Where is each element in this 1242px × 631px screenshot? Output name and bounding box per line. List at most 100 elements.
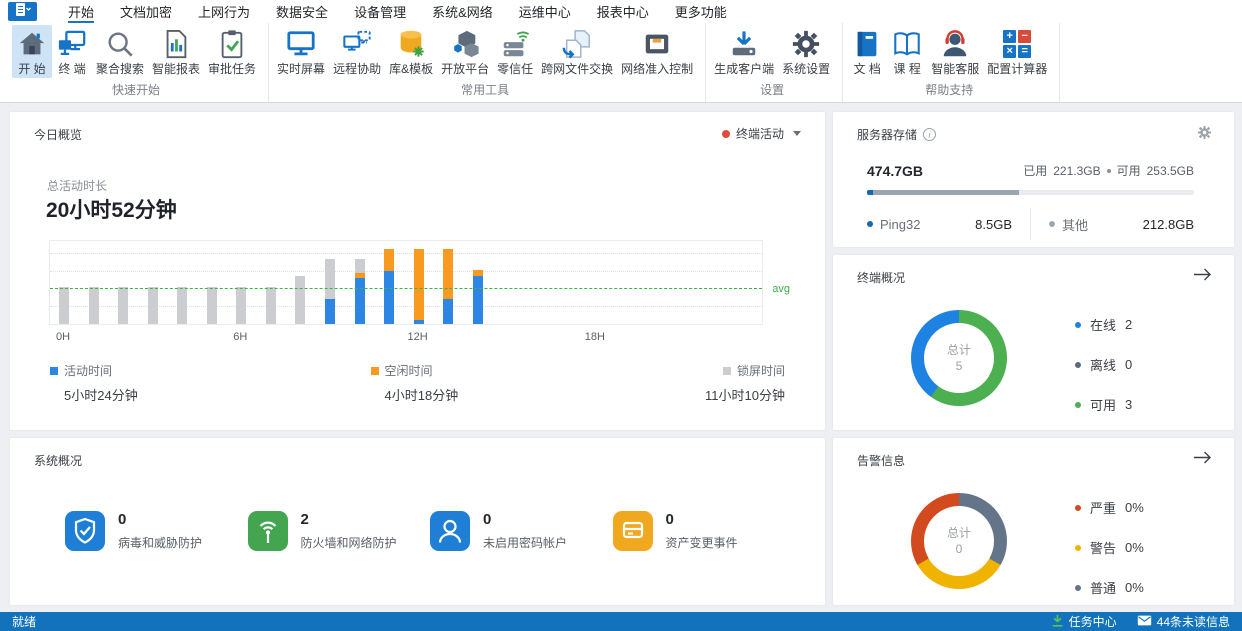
chart-bar-segment	[324, 259, 335, 300]
gridline-icon	[50, 253, 762, 255]
status-bar: 就绪 任务中心 44条未读信息	[0, 612, 1242, 631]
ribbon-button-label: 终 端	[58, 62, 86, 76]
terminals-icon	[57, 28, 87, 60]
storage-used-free: 已用 221.3GB 可用 253.5GB	[1023, 162, 1194, 179]
system-item-count: 0	[118, 511, 127, 528]
content-area: 今日概览 终端活动 总活动时长 20小时52分钟 avg 0H 6H 12H 18H …	[0, 103, 1242, 612]
legend-item-row: 锁屏时间	[691, 362, 785, 379]
app-menu-button[interactable]	[8, 2, 37, 21]
storage-legend-label: Ping32	[867, 217, 920, 232]
free-value: 253.5GB	[1146, 163, 1194, 178]
app-window: 开始 文档加密 上网行为 数据安全 设备管理 系统&网络 运维中心 报表中心 更多功能 开 始终…	[0, 0, 1242, 631]
ribbon: 开 始终 端聚合搜索 智能报表 审批任务 快速开始 实时屏幕 远程协助 库&模板 开放平台 零信…	[0, 23, 1242, 103]
menu-item-开始[interactable]: 开始	[68, 0, 95, 23]
filter-label: 终端活动	[735, 127, 784, 141]
menu-item-数据安全[interactable]: 数据安全	[276, 0, 328, 23]
menu-item-系统&网络[interactable]: 系统&网络	[432, 0, 493, 23]
legend-value: 0%	[1125, 580, 1144, 595]
menu-item-上网行为[interactable]: 上网行为	[198, 0, 250, 23]
legend-label: 锁屏时间	[736, 364, 785, 378]
ribbon-button-库&模板[interactable]: 库&模板	[385, 25, 437, 78]
chart-bar-segment	[177, 286, 188, 324]
ribbon-button-label: 开 始	[18, 62, 46, 76]
task-center-button[interactable]: 任务中心	[1051, 613, 1117, 630]
storage-settings-button[interactable]	[1197, 125, 1212, 145]
ribbon-button-实时屏幕[interactable]: 实时屏幕	[273, 25, 329, 78]
ribbon-button-开放平台[interactable]: 开放平台	[437, 25, 493, 78]
panel-server-storage: 服务器存储 474.7GB 已用 221.3GB 可用 253.5GB Ping…	[833, 112, 1234, 247]
report-icon	[161, 28, 191, 60]
menu-bar: 开始 文档加密 上网行为 数据安全 设备管理 系统&网络 运维中心 报表中心 更多功能	[0, 0, 1242, 23]
activity-chart-legend: 活动时间 5小时24分钟 空闲时间 4小时18分钟 锁屏时间 11小时10分钟	[50, 362, 785, 404]
alarm-donut-chart: 总计 0	[911, 493, 1007, 589]
legend-label: 普通	[1090, 581, 1117, 596]
legend-dot-icon	[1075, 504, 1081, 511]
ribbon-button-审批任务[interactable]: 审批任务	[204, 25, 260, 78]
ribbon-button-网络准入控制[interactable]: 网络准入控制	[617, 25, 697, 78]
chart-bar-segment	[354, 259, 365, 273]
menu-item-运维中心[interactable]: 运维中心	[519, 0, 571, 23]
legend-value: 0%	[1125, 540, 1144, 555]
ribbon-button-系统设置[interactable]: 系统设置	[778, 25, 834, 78]
system-item-label: 资产变更事件	[665, 536, 738, 550]
chart-bar-segment	[118, 286, 129, 324]
menu-item-更多功能[interactable]: 更多功能	[675, 0, 727, 23]
ribbon-group-帮助支持: 文 档课 程智能客服 + − × = 配置计算器 帮助支持	[843, 23, 1061, 102]
legend-swatch-icon	[50, 366, 58, 375]
ribbon-button-聚合搜索[interactable]: 聚合搜索	[92, 25, 148, 78]
ribbon-button-label: 聚合搜索	[96, 62, 145, 76]
menu-item-设备管理[interactable]: 设备管理	[354, 0, 406, 23]
terminal-detail-button[interactable]	[1193, 268, 1212, 286]
chart-bar-segment	[295, 275, 306, 324]
envelope-icon	[1137, 615, 1152, 629]
search-icon	[105, 28, 135, 60]
alarm-detail-button[interactable]	[1193, 451, 1212, 469]
legend-label: 在线	[1090, 318, 1117, 333]
ribbon-button-智能客服[interactable]: 智能客服	[927, 25, 983, 78]
calculator-icon: + − × =	[1003, 28, 1032, 60]
ribbon-button-远程协助[interactable]: 远程协助	[329, 25, 385, 78]
legend-item-严重: 严重 0%	[1075, 498, 1144, 517]
ribbon-button-课程[interactable]: 课 程	[887, 25, 927, 78]
avg-line: avg	[50, 283, 790, 295]
activity-filter-dropdown[interactable]: 终端活动	[721, 125, 801, 142]
ribbon-button-配置计算器[interactable]: + − × = 配置计算器	[983, 25, 1051, 78]
legend-item-空闲时间: 空闲时间 4小时18分钟	[370, 362, 459, 404]
ribbon-button-跨网文件交换[interactable]: 跨网文件交换	[537, 25, 617, 78]
chart-bar-segment	[384, 249, 395, 271]
legend-dot-icon	[1049, 221, 1055, 227]
ribbon-group-items: 实时屏幕 远程协助 库&模板 开放平台 零信任 跨网文件交换 网络准入控制	[273, 25, 697, 78]
legend-label: 警告	[1090, 541, 1117, 556]
platform-icon	[450, 28, 480, 60]
activity-chart-plot: avg	[49, 240, 790, 325]
chart-bar-segment	[265, 286, 276, 324]
ribbon-group-items: 开 始终 端聚合搜索 智能报表 审批任务	[12, 25, 260, 78]
legend-value: 4小时18分钟	[384, 388, 459, 403]
gridline-icon	[50, 270, 762, 272]
ribbon-button-生成客户端[interactable]: 生成客户端	[710, 25, 778, 78]
ribbon-button-label: 智能客服	[931, 62, 980, 76]
legend-item-活动时间: 活动时间 5小时24分钟	[50, 362, 138, 404]
ribbon-button-智能报表[interactable]: 智能报表	[148, 25, 204, 78]
ribbon-button-开始[interactable]: 开 始	[12, 25, 52, 78]
ribbon-button-文档[interactable]: 文 档	[847, 25, 887, 78]
info-icon[interactable]	[923, 128, 937, 141]
ribbon-button-label: 跨网文件交换	[541, 62, 614, 76]
system-items: 0 病毒和威胁防护 2 防火墙和网络防护 0 未启用密码帐户 0 资产变更事件	[65, 511, 795, 556]
storage-legend: Ping32 8.5GB 其他 212.8GB	[867, 208, 1194, 240]
ribbon-button-零信任[interactable]: 零信任	[493, 25, 537, 78]
menu-item-报表中心[interactable]: 报表中心	[597, 0, 649, 23]
ribbon-button-终端[interactable]: 终 端	[52, 25, 92, 78]
activity-chart-xticks: 0H 6H 12H 18H	[49, 331, 763, 345]
storage-legend-value: 8.5GB	[975, 216, 1012, 232]
unread-messages-button[interactable]: 44条未读信息	[1137, 613, 1230, 630]
system-item-count: 2	[300, 511, 309, 528]
legend-value: 2	[1125, 317, 1133, 332]
gear-icon	[791, 28, 821, 60]
menu-item-文档加密[interactable]: 文档加密	[120, 0, 172, 23]
used-value: 221.3GB	[1053, 163, 1101, 178]
legend-value: 3	[1125, 397, 1133, 412]
app-logo-icon	[14, 2, 31, 22]
system-item-text: 0 未启用密码帐户	[483, 511, 567, 551]
free-label: 可用	[1116, 164, 1141, 178]
